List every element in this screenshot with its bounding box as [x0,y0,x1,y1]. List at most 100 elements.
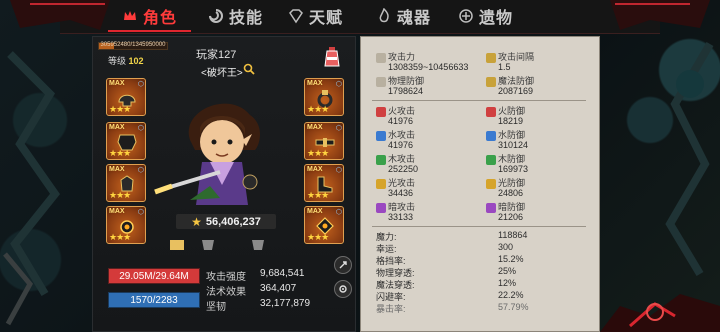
stat-light-attack: 光攻击 34436 [376,178,415,198]
star-rating: ★★★ [109,190,131,200]
tab-label: 天赋 [309,10,344,27]
stat-value: 1.5 [498,62,511,72]
stat-label: 物理防御 [388,76,425,86]
stat-water-defense: 水防御 310124 [486,130,528,150]
hp-bar: 29.05M/29.64M [108,268,200,284]
potion-icon[interactable] [322,46,342,68]
stat-label: 火攻击 [388,106,416,116]
stat-physical-defense: 物理防御 1798624 [376,76,425,96]
stat-value: 1308359~10456633 [388,62,469,72]
star-rating: ★★★ [307,148,329,158]
stat-value: 169973 [498,164,529,174]
gear-icon [339,285,347,293]
stat-value: 34436 [388,188,414,198]
dark-icon [376,203,386,213]
exp-bar: 305952480/1345950000 [98,42,168,50]
swirl-icon [208,8,224,24]
max-badge: MAX [307,124,323,131]
lock-icon: ⬡ [335,81,342,88]
bottom-right-ornament[interactable] [600,286,720,332]
stat-label: 暗防御 [498,202,526,212]
tab-talent[interactable]: 天赋 [288,0,343,32]
level-label: 等级 [108,56,127,66]
stat-value-block: 15.2% [498,254,524,264]
combat-power-value: 56,406,237 [205,215,261,228]
player-name: 玩家127 [196,49,237,61]
equip-slot-helmet[interactable]: MAX ⬡ ★★★ [106,78,146,116]
stat-value: 33133 [388,212,414,222]
max-badge: MAX [307,208,323,215]
lock-icon: ⬡ [137,81,144,88]
settings-button[interactable] [334,280,352,298]
max-badge: MAX [109,80,125,87]
stat-value: 24806 [498,188,524,198]
stat-value: 252250 [388,164,419,174]
stat-fire-attack: 火攻击 41976 [376,106,416,126]
stat-value-luck: 300 [498,242,514,252]
equip-slot-armor[interactable]: MAX ⬡ ★★★ [106,122,146,160]
stat-fire-defense: 火防御 18219 [486,106,525,126]
relic-icon [458,8,474,24]
star-rating: ★★★ [307,190,329,200]
max-badge: MAX [109,208,125,215]
hp-text: 29.05M/29.64M [119,270,189,282]
tab-soul-artifact[interactable]: 魂器 [376,0,431,32]
stat-value-toughness: 32,177,879 [260,298,311,309]
lock-icon: ⬡ [335,209,342,216]
equip-slot-charm[interactable]: MAX ⬡ ★★★ [304,206,344,244]
stat-label-crit: 暴击率: [376,304,406,314]
lock-icon: ⬡ [137,167,144,174]
magic-shield-icon [486,77,496,87]
water-shield-icon [486,131,496,141]
max-badge: MAX [109,166,125,173]
dark-shield-icon [486,203,496,213]
level-display: 等级 102 [108,54,144,67]
star-icon: ★ [191,214,202,229]
character-portrait [154,103,260,205]
stat-value-phys-pen: 25% [498,266,517,276]
stat-dark-defense: 暗防御 21206 [486,202,526,222]
refine-button[interactable] [334,256,352,274]
leaf-shield-icon [486,155,496,165]
stat-wood-defense: 木防御 169973 [486,154,529,174]
leaf-icon [376,155,386,165]
stat-label: 魔法防御 [498,76,535,86]
tab-character[interactable]: 角色 [107,0,192,32]
star-rating: ★★★ [307,104,329,114]
max-badge: MAX [307,166,323,173]
stat-attack-interval: 攻击间隔 1.5 [486,52,534,72]
stat-label-attack-power: 攻击强度 [206,272,246,283]
water-icon [376,131,386,141]
equip-slot-boots[interactable]: MAX ⬡ ★★★ [304,164,344,202]
equip-slot-ring-1[interactable]: MAX ⬡ ★★★ [304,78,344,116]
stat-dark-attack: 暗攻击 33133 [376,202,415,222]
level-value: 102 [128,56,144,66]
player-title[interactable]: <破坏王> [201,64,243,79]
fire-shield-icon [486,107,496,117]
search-icon[interactable] [243,63,255,75]
stat-value: 2087169 [498,86,534,96]
stat-value-mana: 118864 [498,230,528,240]
exp-text: 305952480/1345950000 [100,42,166,48]
stat-label-toughness: 坚韧 [206,302,226,313]
equip-slot-amulet[interactable]: MAX ⬡ ★★★ [106,206,146,244]
divider [372,226,586,227]
stat-value-magic-pen: 12% [498,278,517,288]
divider [372,100,586,101]
equip-slot-gloves[interactable]: MAX ⬡ ★★★ [106,164,146,202]
fire-icon [376,107,386,117]
sword-icon [376,53,386,63]
stat-value-attack-power: 9,684,541 [260,268,305,279]
stat-label: 木防御 [498,154,526,164]
stat-value: 41976 [388,140,414,150]
tab-skills[interactable]: 技能 [208,0,263,32]
stat-label: 木攻击 [388,154,416,164]
tab-bar-right-ornament [610,0,710,30]
stat-value-spell-effect: 364,407 [260,283,297,294]
equip-slot-belt[interactable]: MAX ⬡ ★★★ [304,122,344,160]
tab-label: 技能 [229,10,264,27]
tab-relics[interactable]: 遗物 [458,0,513,32]
star-rating: ★★★ [109,104,131,114]
mp-bar: 1570/2283 [108,292,200,308]
stat-attack: 攻击力 1308359~10456633 [376,52,469,72]
